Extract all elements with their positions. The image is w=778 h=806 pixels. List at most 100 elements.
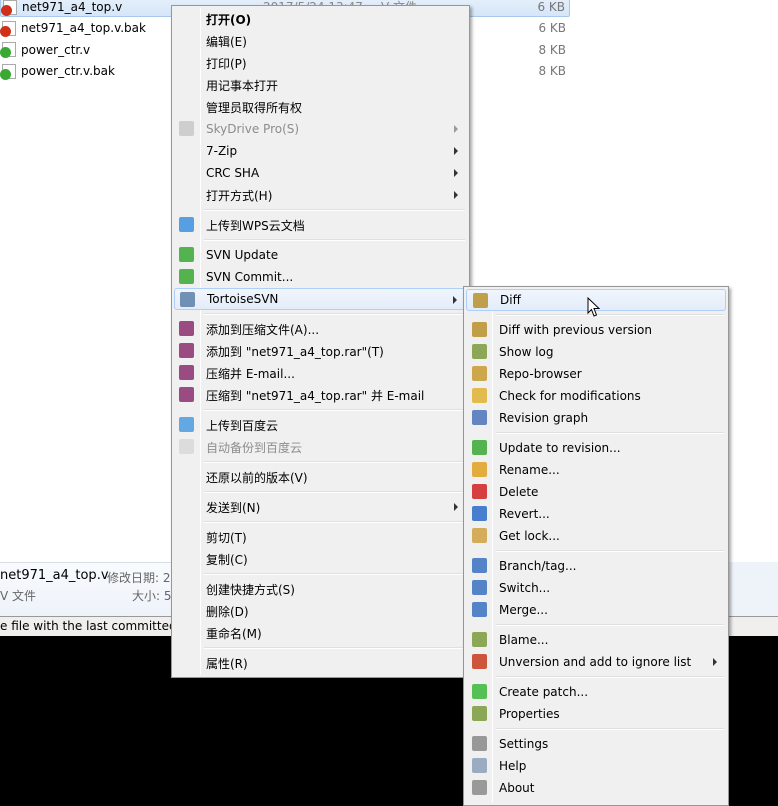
file-conflict-icon (0, 20, 16, 37)
menu-item-p[interactable]: 打印(P) (174, 52, 467, 74)
menu-separator (174, 488, 467, 496)
about-icon (472, 780, 487, 795)
menu-item-show-log[interactable]: Show log (466, 341, 726, 363)
menu-item-label: 压缩到 "net971_a4_top.rar" 并 E-mail (206, 388, 425, 403)
menu-item-label: 自动备份到百度云 (206, 440, 303, 455)
file-normal-icon (0, 42, 16, 58)
menu-item-switch[interactable]: Switch... (466, 577, 726, 599)
menu-separator (466, 725, 726, 733)
menu-item-item[interactable]: 自动备份到百度云 (174, 436, 467, 458)
menu-item-settings[interactable]: Settings (466, 733, 726, 755)
menu-separator (174, 644, 467, 652)
menu-item-m[interactable]: 重命名(M) (174, 622, 467, 644)
menu-item-e-mail[interactable]: 压缩并 E-mail... (174, 362, 467, 384)
menu-item-branch-tag[interactable]: Branch/tag... (466, 555, 726, 577)
menu-item-e[interactable]: 编辑(E) (174, 30, 467, 52)
menu-item-label: About (499, 781, 535, 795)
menu-item-tortoisesvn[interactable]: TortoiseSVN (174, 288, 467, 310)
menu-item-t[interactable]: 剪切(T) (174, 526, 467, 548)
menu-item-label: 管理员取得所有权 (206, 100, 303, 115)
file-name: power_ctr.v (21, 42, 91, 57)
menu-item-skydrive-pro-s[interactable]: SkyDrive Pro(S) (174, 118, 467, 140)
menu-item-get-lock[interactable]: Get lock... (466, 525, 726, 547)
menu-item-r[interactable]: 属性(R) (174, 652, 467, 674)
update-revision-icon (472, 440, 487, 455)
menu-item-update-to-revision[interactable]: Update to revision... (466, 437, 726, 459)
file-name: net971_a4_top.v (22, 0, 123, 14)
menu-item-unversion-and-add-to-ignore-list[interactable]: Unversion and add to ignore list (466, 651, 726, 673)
menu-item-d[interactable]: 删除(D) (174, 600, 467, 622)
menu-item-7-zip[interactable]: 7-Zip (174, 140, 467, 162)
file-size: 6 KB (538, 21, 566, 35)
branch-icon (472, 558, 487, 573)
menu-item-c[interactable]: 复制(C) (174, 548, 467, 570)
details-filename: net971_a4_top.v (0, 568, 109, 583)
menu-item-blame[interactable]: Blame... (466, 629, 726, 651)
details-type: V 文件 (0, 589, 37, 603)
menu-item-svn-update[interactable]: SVN Update (174, 244, 467, 266)
menu-item-s[interactable]: 创建快捷方式(S) (174, 578, 467, 600)
menu-item-rename[interactable]: Rename... (466, 459, 726, 481)
menu-item-crc-sha[interactable]: CRC SHA (174, 162, 467, 184)
menu-item-item[interactable]: 上传到百度云 (174, 414, 467, 436)
submenu-arrow-icon (453, 296, 457, 304)
menu-item-v[interactable]: 还原以前的版本(V) (174, 466, 467, 488)
menu-item-help[interactable]: Help (466, 755, 726, 777)
revert-icon (472, 506, 487, 521)
menu-item-item[interactable]: 用记事本打开 (174, 74, 467, 96)
menu-item-label: 7-Zip (206, 144, 238, 158)
wps-cloud-icon (179, 217, 194, 232)
menu-item-wps[interactable]: 上传到WPS云文档 (174, 214, 467, 236)
menu-item-properties[interactable]: Properties (466, 703, 726, 725)
menu-separator (174, 206, 467, 214)
svn-commit-icon (179, 269, 194, 284)
menu-item-revert[interactable]: Revert... (466, 503, 726, 525)
menu-item-check-for-modifications[interactable]: Check for modifications (466, 385, 726, 407)
menu-separator (174, 570, 467, 578)
menu-item-label: Delete (499, 485, 539, 499)
menu-item-h[interactable]: 打开方式(H) (174, 184, 467, 206)
menu-item-label: Diff with previous version (499, 323, 652, 337)
delete-icon (472, 484, 487, 499)
menu-item-label: Unversion and add to ignore list (499, 655, 692, 669)
menu-item-label: Diff (500, 293, 521, 307)
merge-icon (472, 602, 487, 617)
menu-item-svn-commit[interactable]: SVN Commit... (174, 266, 467, 288)
menu-item-label: Create patch... (499, 685, 589, 699)
submenu-arrow-icon (713, 658, 717, 666)
menu-item-label: SkyDrive Pro(S) (206, 122, 300, 136)
file-size: 6 KB (537, 0, 565, 14)
menu-item-merge[interactable]: Merge... (466, 599, 726, 621)
create-patch-icon (472, 684, 487, 699)
submenu-arrow-icon (454, 169, 458, 177)
menu-item-a[interactable]: 添加到压缩文件(A)... (174, 318, 467, 340)
menu-separator (174, 518, 467, 526)
menu-item-label: 还原以前的版本(V) (206, 470, 308, 485)
submenu-arrow-icon (454, 125, 458, 133)
mouse-cursor-icon (587, 297, 601, 317)
menu-item-label: 复制(C) (206, 552, 248, 567)
menu-item-delete[interactable]: Delete (466, 481, 726, 503)
menu-item-o[interactable]: 打开(O) (174, 8, 467, 30)
menu-item-label: Branch/tag... (499, 559, 577, 573)
menu-item-net971-a4-top-rar-e-mail[interactable]: 压缩到 "net971_a4_top.rar" 并 E-mail (174, 384, 467, 406)
menu-item-repo-browser[interactable]: Repo-browser (466, 363, 726, 385)
menu-item-diff-with-previous-version[interactable]: Diff with previous version (466, 319, 726, 341)
menu-item-revision-graph[interactable]: Revision graph (466, 407, 726, 429)
menu-item-label: 添加到 "net971_a4_top.rar"(T) (206, 344, 384, 359)
menu-item-label: Merge... (499, 603, 548, 617)
menu-item-label: Rename... (499, 463, 560, 477)
menu-item-item[interactable]: 管理员取得所有权 (174, 96, 467, 118)
baidu-backup-icon (179, 439, 194, 454)
menu-item-about[interactable]: About (466, 777, 726, 799)
winrar-icon (179, 387, 194, 402)
menu-item-label: 属性(R) (206, 656, 248, 671)
details-modified: 修改日期: 2 (107, 571, 171, 585)
menu-item-create-patch[interactable]: Create patch... (466, 681, 726, 703)
menu-item-n[interactable]: 发送到(N) (174, 496, 467, 518)
menu-item-net971-a4-top-rar-t[interactable]: 添加到 "net971_a4_top.rar"(T) (174, 340, 467, 362)
menu-item-label: 压缩并 E-mail... (206, 366, 295, 381)
svn-update-icon (179, 247, 194, 262)
menu-separator (466, 673, 726, 681)
menu-item-label: 上传到百度云 (206, 418, 279, 433)
